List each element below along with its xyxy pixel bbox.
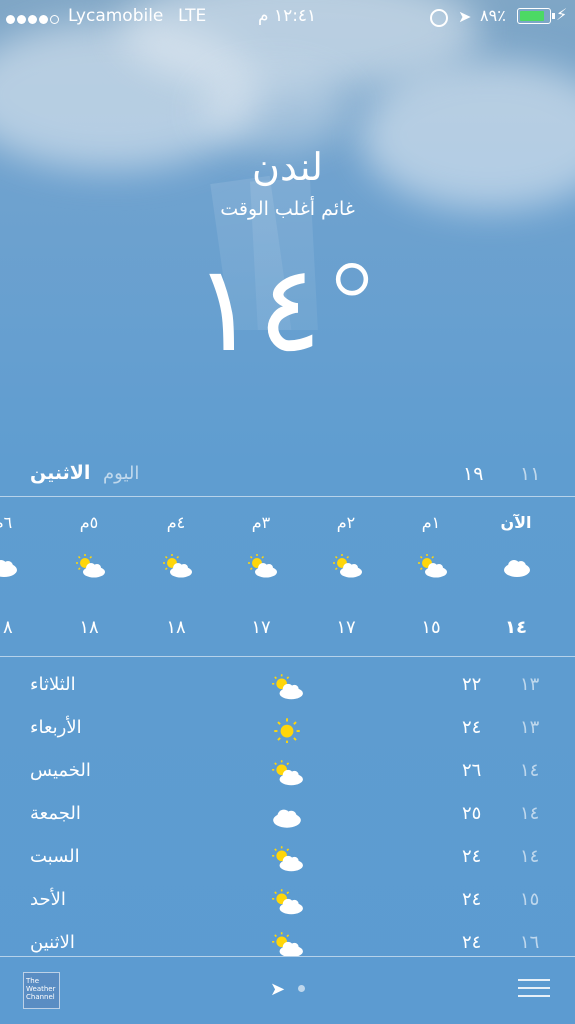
hour-temperature: ١٧: [336, 617, 356, 638]
network-type: LTE: [178, 6, 207, 26]
day-low: ١٤: [520, 803, 540, 824]
orientation-lock-icon: [430, 9, 448, 27]
hour-label: ١م: [421, 513, 441, 532]
today-high: ١٩: [463, 463, 484, 485]
hour-temperature: ١٤: [505, 617, 527, 638]
cloud-icon: [273, 809, 301, 828]
cloud-icon: [0, 560, 17, 577]
partly-sunny-icon: [272, 674, 303, 700]
today-low: ١١: [520, 463, 541, 485]
current-location-icon: ➤: [270, 979, 286, 1000]
hour-temperature: ١٥: [421, 617, 441, 638]
status-time: ١٢:٤١ م: [258, 6, 317, 26]
hour-label: ٦م: [0, 513, 13, 532]
day-low: ١٣: [520, 674, 540, 695]
weather-condition: غائم أغلب الوقت: [220, 198, 355, 220]
daily-row: الخميس ٢٦ ١٤: [0, 760, 575, 800]
hour-temperature: ١٨: [0, 617, 13, 638]
divider: [0, 656, 575, 657]
day-name: الأربعاء: [30, 717, 82, 738]
battery-percentage: ٨٩٪: [480, 6, 506, 25]
weather-channel-logo[interactable]: The Weather Channel: [23, 972, 60, 1009]
daily-row: الاثنين ٢٤ ١٦: [0, 932, 575, 956]
hour-label: ٤م: [166, 513, 186, 532]
hour-label: ٥م: [79, 513, 99, 532]
city-name: لندن: [252, 145, 323, 189]
today-summary: الاثنين اليوم ١٩ ١١: [0, 462, 575, 492]
hourly-forecast[interactable]: الآن ١٤ ١م ١٥ ٢م ١٧ ٣م ١٧ ٤م ١٨ ٥م ١٨ ٦م…: [0, 497, 575, 655]
partly-sunny-icon: [163, 554, 192, 578]
location-services-icon: ➤: [458, 7, 472, 26]
day-high: ٢٢: [462, 674, 482, 695]
partly-sunny-icon: [418, 554, 447, 578]
hour-temperature: ١٧: [251, 617, 271, 638]
daily-row: الثلاثاء ٢٢ ١٣: [0, 674, 575, 714]
day-low: ١٤: [520, 846, 540, 867]
day-high: ٢٤: [462, 717, 482, 738]
daily-row: الأحد ٢٤ ١٥: [0, 889, 575, 929]
battery-icon: [517, 8, 555, 24]
day-low: ١٦: [520, 932, 540, 953]
daily-row: الأربعاء ٢٤ ١٣: [0, 717, 575, 757]
cloud-icon: [504, 560, 530, 577]
page-indicator-dot[interactable]: [298, 985, 305, 992]
hour-label: الآن: [500, 513, 532, 532]
partly-sunny-icon: [272, 889, 303, 915]
day-name: الأحد: [30, 889, 66, 910]
day-high: ٢٤: [462, 889, 482, 910]
day-name: الاثنين: [30, 932, 75, 953]
day-name: الجمعة: [30, 803, 81, 824]
day-high: ٢٦: [462, 760, 482, 781]
list-icon[interactable]: [518, 979, 550, 999]
status-bar: Lycamobile LTE ١٢:٤١ م ➤ ٨٩٪ ⚡: [0, 0, 575, 34]
bottom-toolbar: The Weather Channel ➤: [0, 957, 575, 1024]
charging-icon: ⚡: [556, 5, 568, 24]
partly-sunny-icon: [272, 846, 303, 872]
day-name: الخميس: [30, 760, 91, 781]
day-name: الثلاثاء: [30, 674, 76, 695]
day-low: ١٤: [520, 760, 540, 781]
today-day-name: الاثنين: [30, 462, 91, 484]
carrier-name: Lycamobile: [68, 6, 164, 26]
partly-sunny-icon: [76, 554, 105, 578]
day-low: ١٥: [520, 889, 540, 910]
day-low: ١٣: [520, 717, 540, 738]
day-high: ٢٤: [462, 932, 482, 953]
partly-sunny-icon: [272, 760, 303, 786]
signal-strength-icon: [6, 9, 61, 29]
partly-sunny-icon: [333, 554, 362, 578]
hour-temperature: ١٨: [166, 617, 186, 638]
sun-icon: [274, 718, 300, 743]
partly-sunny-icon: [248, 554, 277, 578]
hour-label: ٣م: [251, 513, 271, 532]
daily-row: الجمعة ٢٥ ١٤: [0, 803, 575, 843]
hour-temperature: ١٨: [79, 617, 99, 638]
daily-row: السبت ٢٤ ١٤: [0, 846, 575, 886]
today-label: اليوم: [103, 463, 140, 484]
hour-label: ٢م: [336, 513, 356, 532]
current-temperature: ١٤°: [193, 240, 382, 379]
day-name: السبت: [30, 846, 80, 867]
day-high: ٢٤: [462, 846, 482, 867]
day-high: ٢٥: [462, 803, 482, 824]
partly-sunny-icon: [272, 932, 303, 956]
